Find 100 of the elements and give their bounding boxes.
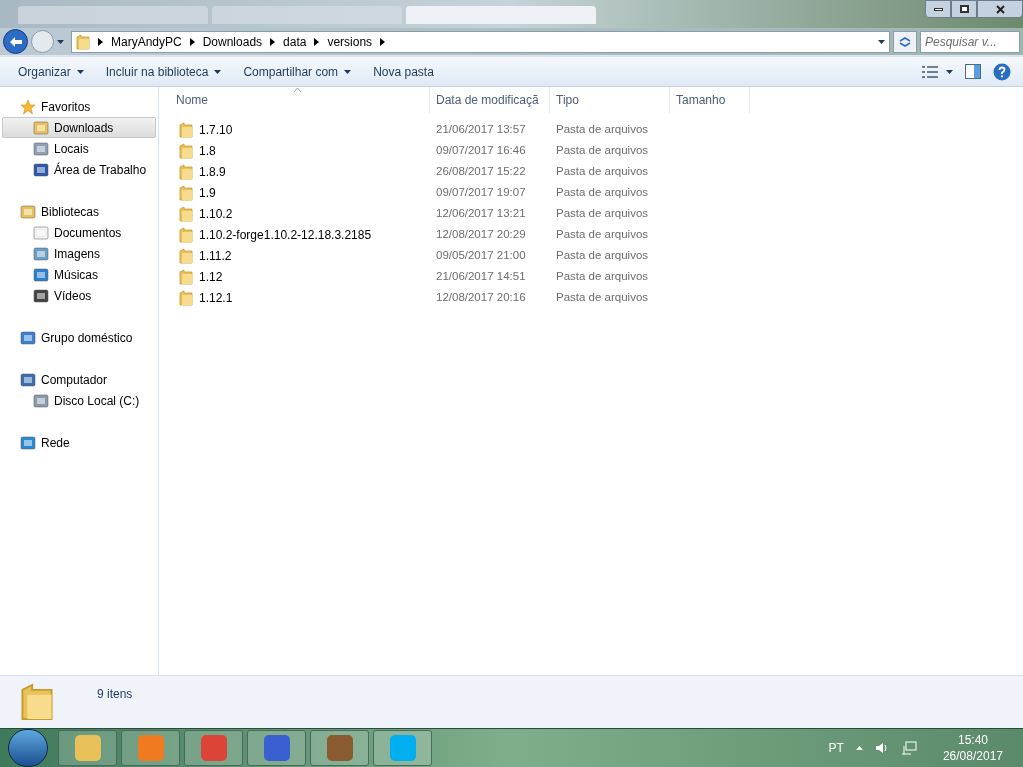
breadcrumb-arrow-icon xyxy=(380,37,386,46)
app-icon xyxy=(137,735,164,761)
clock-time: 15:40 xyxy=(957,732,988,748)
table-cell-text: Pasta de arquivos xyxy=(555,184,650,200)
back-button[interactable] xyxy=(3,29,28,54)
preview-pane-icon[interactable] xyxy=(965,64,981,79)
file-row[interactable]: 1.7.10 21/06/2017 13:57 Pasta de arquivos xyxy=(170,119,1023,140)
file-name: 1.12 xyxy=(199,268,223,286)
caret-icon xyxy=(57,39,64,44)
list-view-icon xyxy=(922,65,938,78)
table-cell-text: 21/06/2017 13:57 xyxy=(435,121,527,137)
nav-group[interactable]: Grupo doméstico xyxy=(0,327,158,348)
file-name: 1.10.2-forge1.10.2-12.18.3.2185 xyxy=(199,226,372,244)
taskbar-app-button[interactable] xyxy=(58,730,117,766)
toolbar-button[interactable]: Compartilhar com xyxy=(233,58,362,85)
file-row[interactable]: 1.11.2 09/05/2017 21:00 Pasta de arquivos xyxy=(170,245,1023,266)
nav-item[interactable]: Área de Trabalho xyxy=(2,159,156,180)
nav-item-label: Disco Local (C:) xyxy=(54,392,140,410)
table-cell-text: Pasta de arquivos xyxy=(555,247,650,263)
nav-group[interactable]: Favoritos xyxy=(0,96,158,117)
folder-icon xyxy=(179,268,193,285)
clock[interactable]: 15:40 26/08/2017 xyxy=(942,732,1003,764)
app-icon xyxy=(200,735,227,761)
table-cell-text: 09/05/2017 21:00 xyxy=(435,247,527,263)
folder-icon xyxy=(179,289,193,306)
nav-group-label: Favoritos xyxy=(41,98,91,116)
breadcrumb-item[interactable]: versions xyxy=(327,32,373,51)
restore-button[interactable] xyxy=(951,0,977,18)
file-name: 1.8.9 xyxy=(199,163,226,181)
file-row[interactable]: 1.10.2 12/06/2017 13:21 Pasta de arquivos xyxy=(170,203,1023,224)
nav-group-label: Computador xyxy=(41,371,108,389)
file-row[interactable]: 1.10.2-forge1.10.2-12.18.3.2185 12/08/2017 20:29 Pasta de arquivos xyxy=(170,224,1023,245)
refresh-button[interactable] xyxy=(893,30,917,53)
column-header[interactable]: Tamanho xyxy=(670,87,750,113)
folder-icon xyxy=(179,226,193,243)
breadcrumb-item[interactable]: Downloads xyxy=(202,32,263,51)
breadcrumb-item[interactable]: MaryAndyPC xyxy=(111,32,182,51)
table-cell-text: 12/08/2017 20:29 xyxy=(435,226,527,242)
toolbar-button[interactable]: Organizar xyxy=(8,58,94,85)
table-cell-text: Pasta de arquivos xyxy=(555,268,650,284)
taskbar-app-button[interactable] xyxy=(310,730,369,766)
nav-group[interactable]: Bibliotecas xyxy=(0,201,158,222)
file-row[interactable]: 1.9 09/07/2017 19:07 Pasta de arquivos xyxy=(170,182,1023,203)
table-cell-text: Pasta de arquivos xyxy=(555,163,650,179)
folder-icon xyxy=(76,33,90,50)
taskbar-app-button[interactable] xyxy=(373,730,432,766)
column-header[interactable]: Data de modificaçã xyxy=(430,87,550,113)
file-name: 1.10.2 xyxy=(199,205,233,223)
folder-icon xyxy=(179,121,193,138)
file-row[interactable]: 1.12.1 12/08/2017 20:16 Pasta de arquivos xyxy=(170,287,1023,308)
view-options-button[interactable] xyxy=(922,65,953,78)
table-cell-text: 26/08/2017 15:22 xyxy=(435,163,527,179)
close-icon xyxy=(995,4,1005,14)
table-cell-text: Pasta de arquivos xyxy=(555,289,650,305)
toolbar-button[interactable]: Incluir na biblioteca xyxy=(95,58,232,85)
nav-group[interactable]: Computador xyxy=(0,369,158,390)
nav-group[interactable]: Rede xyxy=(0,432,158,453)
start-button[interactable] xyxy=(8,729,48,767)
column-header[interactable]: Tipo xyxy=(550,87,670,113)
folder-icon xyxy=(179,163,193,180)
column-header[interactable]: Nome xyxy=(170,87,430,113)
taskbar-app-button[interactable] xyxy=(184,730,243,766)
file-name: 1.9 xyxy=(199,184,216,202)
table-cell-text: 12/06/2017 13:21 xyxy=(435,205,527,221)
address-field[interactable]: MaryAndyPC Downloads data versions xyxy=(71,30,890,53)
app-icon xyxy=(263,735,290,761)
minimize-button[interactable] xyxy=(925,0,951,18)
table-cell-text: 12/08/2017 20:16 xyxy=(435,289,527,305)
nav-item-label: Documentos xyxy=(54,224,122,242)
clock-date: 26/08/2017 xyxy=(942,748,1003,764)
caret-icon xyxy=(878,39,885,44)
taskbar-app-button[interactable] xyxy=(121,730,180,766)
toolbar-button[interactable]: Nova pasta xyxy=(363,58,444,85)
table-cell-text: Pasta de arquivos xyxy=(555,142,650,158)
nav-item[interactable]: Locais xyxy=(2,138,156,159)
nav-item-label: Vídeos xyxy=(54,287,92,305)
nav-item[interactable]: Documentos xyxy=(2,222,156,243)
nav-item[interactable]: Vídeos xyxy=(2,285,156,306)
item-count: 9 itens xyxy=(97,686,133,703)
breadcrumb-arrow-icon xyxy=(270,37,276,46)
breadcrumb-item[interactable]: data xyxy=(283,32,307,51)
table-cell-text: 21/06/2017 14:51 xyxy=(435,268,527,284)
taskbar-app-button[interactable] xyxy=(247,730,306,766)
search-field[interactable]: Pesquisar v... xyxy=(920,30,1020,53)
file-row[interactable]: 1.8 09/07/2017 16:46 Pasta de arquivos xyxy=(170,140,1023,161)
help-icon[interactable] xyxy=(993,62,1011,81)
nav-item[interactable]: Músicas xyxy=(2,264,156,285)
file-row[interactable]: 1.12 21/06/2017 14:51 Pasta de arquivos xyxy=(170,266,1023,287)
nav-item[interactable]: Downloads xyxy=(2,117,156,138)
nav-item[interactable]: Disco Local (C:) xyxy=(2,390,156,411)
nav-item-label: Músicas xyxy=(54,266,98,284)
nav-group-label: Bibliotecas xyxy=(41,203,100,221)
speaker-icon[interactable] xyxy=(874,742,889,754)
show-hidden-icons-icon[interactable] xyxy=(855,746,863,750)
nav-group-label: Rede xyxy=(41,434,70,452)
table-cell-text: 09/07/2017 16:46 xyxy=(435,142,527,158)
nav-item[interactable]: Imagens xyxy=(2,243,156,264)
file-row[interactable]: 1.8.9 26/08/2017 15:22 Pasta de arquivos xyxy=(170,161,1023,182)
close-button[interactable] xyxy=(977,0,1023,18)
file-name: 1.11.2 xyxy=(199,247,232,265)
